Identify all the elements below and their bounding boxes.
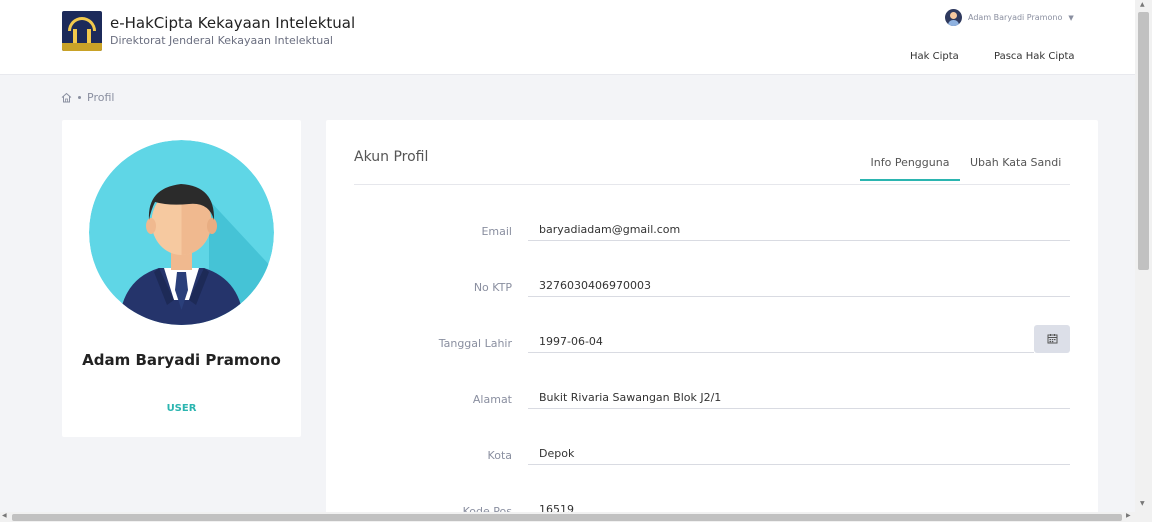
horizontal-scroll-thumb[interactable] <box>12 514 1122 521</box>
vertical-scrollbar[interactable]: ▲ ▼ <box>1135 0 1152 522</box>
user-avatar <box>945 9 962 26</box>
tab-ubah-kata-sandi[interactable]: Ubah Kata Sandi <box>970 156 1061 181</box>
breadcrumb-current: Profil <box>87 91 115 104</box>
profile-tabs: Info Pengguna Ubah Kata Sandi <box>860 156 1061 181</box>
scroll-up-icon[interactable]: ▲ <box>1140 1 1145 8</box>
user-menu[interactable]: Adam Baryadi Pramono ▼ <box>945 9 1074 26</box>
scroll-left-icon[interactable]: ◀ <box>2 512 7 519</box>
breadcrumb: Profil <box>61 91 114 104</box>
tab-info-pengguna[interactable]: Info Pengguna <box>860 156 960 181</box>
app-header: e-HakCipta Kekayaan Intelektual Direktor… <box>0 0 1135 75</box>
app-logo[interactable] <box>62 11 102 51</box>
chevron-down-icon: ▼ <box>1068 13 1074 22</box>
app-subtitle: Direktorat Jenderal Kekayaan Intelektual <box>110 34 333 47</box>
panel-title: Akun Profil <box>354 149 429 165</box>
profile-role: USER <box>166 403 197 414</box>
dob-field[interactable] <box>528 331 1034 353</box>
address-field[interactable] <box>528 387 1070 409</box>
email-label: Email <box>481 225 512 238</box>
horizontal-scrollbar[interactable]: ◀ ▶ <box>0 512 1135 522</box>
scroll-right-icon[interactable]: ▶ <box>1126 512 1131 519</box>
scroll-down-icon[interactable]: ▼ <box>1140 500 1145 507</box>
profile-name: Adam Baryadi Pramono <box>82 351 281 369</box>
nav-hak-cipta[interactable]: Hak Cipta <box>910 51 959 62</box>
calendar-icon <box>1047 332 1058 347</box>
home-icon[interactable] <box>61 92 72 103</box>
calendar-button[interactable] <box>1034 325 1070 353</box>
profile-card: Adam Baryadi Pramono USER <box>62 120 301 437</box>
breadcrumb-separator <box>78 96 81 99</box>
nav-pasca-hak-cipta[interactable]: Pasca Hak Cipta <box>994 51 1075 62</box>
ktp-field[interactable] <box>528 275 1070 297</box>
city-label: Kota <box>487 449 512 462</box>
ktp-row: No KTP <box>326 275 1098 305</box>
dob-label: Tanggal Lahir <box>438 337 512 350</box>
email-field[interactable] <box>528 219 1070 241</box>
ktp-label: No KTP <box>473 281 512 294</box>
email-row: Email <box>326 219 1098 249</box>
panel-divider <box>354 184 1070 185</box>
vertical-scroll-thumb[interactable] <box>1138 12 1149 270</box>
city-field[interactable] <box>528 443 1070 465</box>
dob-row: Tanggal Lahir <box>326 325 1098 361</box>
city-row: Kota <box>326 443 1098 473</box>
user-name: Adam Baryadi Pramono <box>968 13 1063 22</box>
app-title: e-HakCipta Kekayaan Intelektual <box>110 14 356 32</box>
address-label: Alamat <box>472 393 512 406</box>
account-profile-panel: Akun Profil Info Pengguna Ubah Kata Sand… <box>326 120 1098 522</box>
profile-avatar <box>89 140 274 325</box>
address-row: Alamat <box>326 387 1098 417</box>
